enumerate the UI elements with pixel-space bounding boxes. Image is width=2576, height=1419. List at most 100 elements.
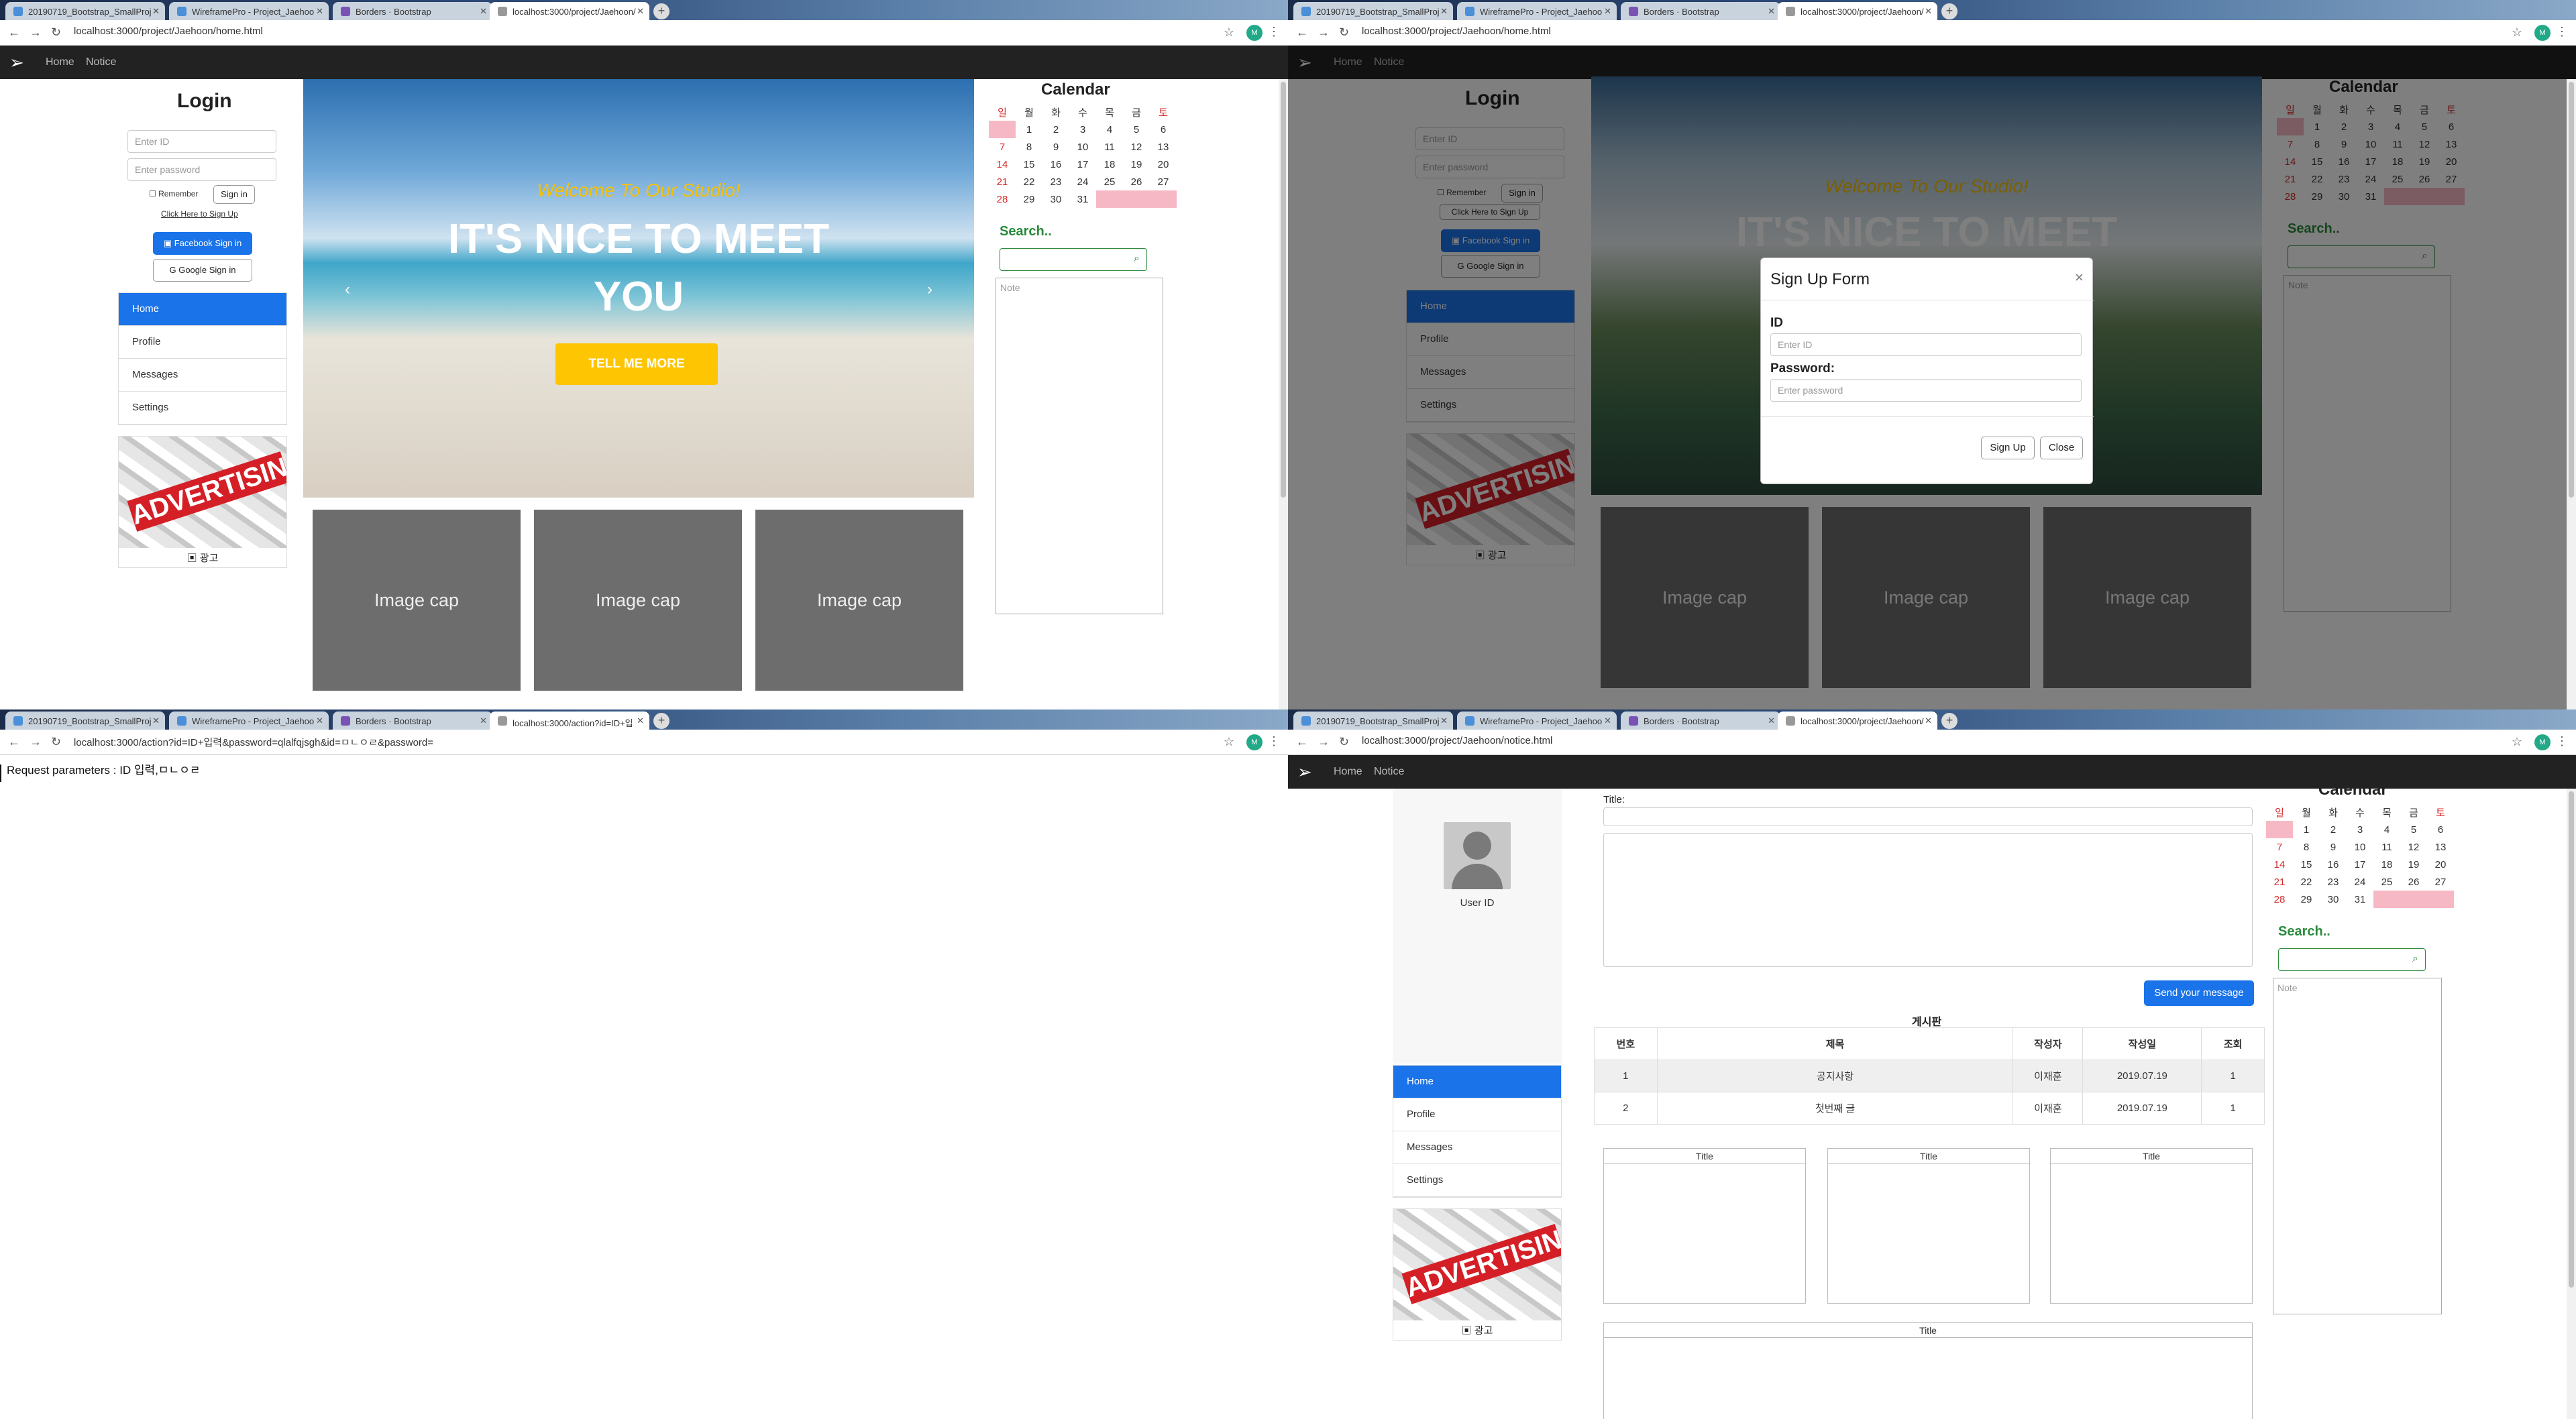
- nav-home-link[interactable]: Home: [46, 56, 74, 68]
- nav-home-link[interactable]: Home: [1334, 766, 1362, 778]
- menu-icon[interactable]: ⋮: [1268, 25, 1280, 39]
- calendar-day[interactable]: 21: [989, 173, 1016, 190]
- calendar-day[interactable]: 26: [2400, 873, 2427, 891]
- close-tab-icon[interactable]: ✕: [1440, 716, 1448, 726]
- sidemenu-item-profile[interactable]: Profile: [119, 326, 286, 359]
- image-card[interactable]: Image cap: [313, 510, 521, 691]
- new-tab-button[interactable]: +: [653, 713, 669, 729]
- browser-tab[interactable]: WireframePro - Project_Jaehoo ✕: [1457, 712, 1617, 730]
- calendar-day[interactable]: 31: [2347, 891, 2373, 908]
- calendar-day[interactable]: 19: [2400, 856, 2427, 873]
- browser-tab-active[interactable]: localhost:3000/project/Jaehoon/✕: [1778, 712, 1937, 730]
- sidemenu-item-messages[interactable]: Messages: [1393, 1131, 1561, 1164]
- calendar-day[interactable]: 24: [2347, 873, 2373, 891]
- search-icon[interactable]: ⌕: [1134, 253, 1140, 265]
- star-icon[interactable]: ☆: [2512, 735, 2522, 749]
- note-textarea[interactable]: Note: [2273, 978, 2442, 1314]
- browser-tab[interactable]: 20190719_Bootstrap_SmallProj ✕: [5, 2, 165, 20]
- calendar-day[interactable]: 28: [2266, 891, 2293, 908]
- calendar-day[interactable]: 1: [1016, 121, 1042, 138]
- calendar-day[interactable]: 12: [1123, 138, 1150, 156]
- close-tab-icon[interactable]: ✕: [1768, 6, 1775, 17]
- browser-tab[interactable]: WireframePro - Project_Jaehoo ✕: [169, 712, 329, 730]
- calendar-day[interactable]: 7: [989, 138, 1016, 156]
- calendar-day[interactable]: 15: [1016, 156, 1042, 173]
- password-input[interactable]: Enter password: [127, 158, 276, 181]
- calendar-day[interactable]: 6: [2427, 821, 2454, 838]
- url-field[interactable]: localhost:3000/project/Jaehoon/notice.ht…: [1362, 735, 1552, 746]
- forward-icon[interactable]: →: [1318, 25, 1330, 40]
- modal-close-button[interactable]: Close: [2040, 437, 2083, 459]
- calendar-day[interactable]: 25: [1096, 173, 1123, 190]
- paper-plane-icon[interactable]: ➢: [9, 52, 30, 72]
- close-tab-icon[interactable]: ✕: [1925, 716, 1932, 726]
- browser-tab[interactable]: WireframePro - Project_Jaehoo ✕: [1457, 2, 1617, 20]
- close-tab-icon[interactable]: ✕: [480, 716, 487, 726]
- new-tab-button[interactable]: +: [653, 3, 669, 19]
- scrollbar-thumb[interactable]: [2569, 791, 2574, 1288]
- close-tab-icon[interactable]: ✕: [1604, 6, 1611, 17]
- modal-password-input[interactable]: Enter password: [1770, 379, 2082, 402]
- calendar-day[interactable]: 4: [1096, 121, 1123, 138]
- calendar-day[interactable]: 28: [989, 190, 1016, 208]
- browser-tab[interactable]: Borders · Bootstrap ✕: [333, 712, 492, 730]
- calendar-day[interactable]: 11: [2373, 838, 2400, 856]
- scrollbar[interactable]: [2567, 789, 2576, 1419]
- close-tab-icon[interactable]: ✕: [316, 716, 323, 726]
- calendar-day[interactable]: 3: [1069, 121, 1096, 138]
- close-tab-icon[interactable]: ✕: [1768, 716, 1775, 726]
- sidemenu-item-settings[interactable]: Settings: [119, 392, 286, 424]
- modal-close-icon[interactable]: ×: [2075, 269, 2084, 286]
- url-field[interactable]: localhost:3000/project/Jaehoon/home.html: [74, 25, 263, 37]
- image-card[interactable]: Image cap: [755, 510, 963, 691]
- remember-checkbox[interactable]: ☐ Remember: [149, 189, 198, 198]
- close-tab-icon[interactable]: ✕: [480, 6, 487, 17]
- calendar-day[interactable]: 23: [2320, 873, 2347, 891]
- calendar-day[interactable]: 30: [2320, 891, 2347, 908]
- new-tab-button[interactable]: +: [1941, 713, 1957, 729]
- modal-signup-button[interactable]: Sign Up: [1981, 437, 2035, 459]
- close-tab-icon[interactable]: ✕: [1440, 6, 1448, 17]
- close-tab-icon[interactable]: ✕: [637, 6, 644, 17]
- browser-tab-active[interactable]: localhost:3000/project/Jaehoon/✕: [1778, 2, 1937, 20]
- calendar-day[interactable]: 15: [2293, 856, 2320, 873]
- title-input[interactable]: [1603, 807, 2253, 826]
- calendar-day[interactable]: 31: [1069, 190, 1096, 208]
- close-tab-icon[interactable]: ✕: [152, 6, 160, 17]
- nav-notice-link[interactable]: Notice: [86, 56, 116, 68]
- calendar-day[interactable]: 3: [2347, 821, 2373, 838]
- calendar-day[interactable]: 20: [1150, 156, 1177, 173]
- close-tab-icon[interactable]: ✕: [1604, 716, 1611, 726]
- browser-tab[interactable]: Borders · Bootstrap ✕: [333, 2, 492, 20]
- calendar-day[interactable]: 22: [1016, 173, 1042, 190]
- back-icon[interactable]: ←: [8, 735, 20, 749]
- calendar-day[interactable]: 12: [2400, 838, 2427, 856]
- profile-avatar[interactable]: M: [1246, 734, 1263, 750]
- browser-tab[interactable]: WireframePro - Project_Jaehoo ✕: [169, 2, 329, 20]
- image-card[interactable]: Image cap: [534, 510, 742, 691]
- star-icon[interactable]: ☆: [1224, 735, 1234, 749]
- star-icon[interactable]: ☆: [1224, 25, 1234, 40]
- profile-avatar[interactable]: M: [1246, 25, 1263, 41]
- back-icon[interactable]: ←: [1296, 735, 1308, 749]
- calendar-day[interactable]: 9: [2320, 838, 2347, 856]
- signup-link[interactable]: Click Here to Sign Up: [161, 209, 238, 219]
- ad-box[interactable]: ADVERTISING ▣ 광고: [118, 436, 287, 568]
- sidemenu-item-messages[interactable]: Messages: [119, 359, 286, 392]
- browser-tab[interactable]: 20190719_Bootstrap_SmallProj ✕: [1293, 2, 1453, 20]
- calendar-day[interactable]: 5: [2400, 821, 2427, 838]
- calendar-day[interactable]: 23: [1042, 173, 1069, 190]
- modal-id-input[interactable]: Enter ID: [1770, 333, 2082, 356]
- calendar-day[interactable]: 14: [989, 156, 1016, 173]
- ad-image[interactable]: ADVERTISING: [119, 437, 286, 548]
- reload-icon[interactable]: ↻: [1339, 25, 1349, 40]
- search-input[interactable]: ⌕: [2278, 948, 2426, 971]
- calendar-day[interactable]: 9: [1042, 138, 1069, 156]
- calendar-day[interactable]: 2: [1042, 121, 1069, 138]
- calendar-day[interactable]: 17: [1069, 156, 1096, 173]
- calendar-day[interactable]: 13: [1150, 138, 1177, 156]
- star-icon[interactable]: ☆: [2512, 25, 2522, 40]
- calendar-day[interactable]: 29: [1016, 190, 1042, 208]
- calendar-day[interactable]: 17: [2347, 856, 2373, 873]
- sidemenu-item-settings[interactable]: Settings: [1393, 1164, 1561, 1197]
